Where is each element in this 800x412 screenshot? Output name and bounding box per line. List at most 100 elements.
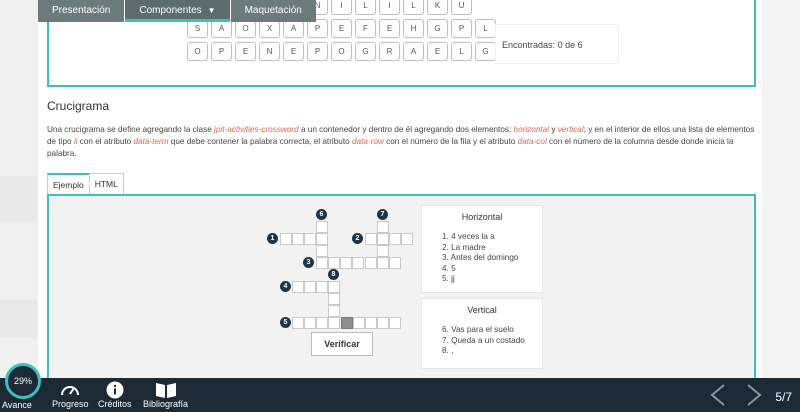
crossword-cell[interactable] [304,281,316,293]
progress-indicator[interactable]: 29% [5,363,41,399]
vertical-clues: Vertical 6. Vas para el suelo 7. Queda a… [421,298,543,369]
wordsearch-cell[interactable]: A [403,42,424,61]
crossword-cell[interactable] [389,317,401,329]
wordsearch-cell[interactable]: G [475,42,496,61]
page-counter: 5/7 [775,390,792,404]
crossword-cell[interactable] [328,305,340,317]
crossword-cell[interactable] [304,317,316,329]
wordsearch-cell[interactable]: P [307,42,328,61]
progreso-button[interactable]: Progreso [52,381,89,409]
next-page-icon[interactable] [742,383,766,407]
wordsearch-cell[interactable]: N [259,42,280,61]
wordsearch-cell[interactable]: I [379,0,400,15]
wordsearch-cell[interactable]: H [403,19,424,38]
tab-presentacion[interactable]: Presentación [38,0,125,22]
crossword-cell[interactable] [328,293,340,305]
wordsearch-cell[interactable]: L [355,0,376,15]
crossword-cell[interactable] [292,317,304,329]
left-margin [0,0,38,378]
wordsearch-cell[interactable]: G [427,19,448,38]
wordsearch-cell[interactable]: I [331,0,352,15]
wordsearch-cell[interactable]: O [331,42,352,61]
wordsearch-cell[interactable]: E [235,42,256,61]
crossword-cell[interactable] [365,317,377,329]
crossword-cell[interactable] [401,233,413,245]
crossword-cell[interactable] [365,257,377,269]
clue-number-marker: 7 [377,209,388,220]
caret-down-icon: ▼ [207,6,216,15]
crossword-cell[interactable] [340,257,352,269]
tab-componentes[interactable]: Componentes ▼ [125,0,230,22]
crossword-cell[interactable] [377,233,389,245]
tab-maquetacion[interactable]: Maquetación [230,0,316,22]
clue-number-marker: 3 [303,257,314,268]
tab-ejemplo[interactable]: Ejemplo [47,173,90,194]
wordsearch-cell[interactable]: L [475,19,496,38]
crossword-cell[interactable] [389,233,401,245]
crossword-cell[interactable] [377,257,389,269]
wordsearch-row: S A O X A P E F E H G P L [187,19,499,41]
wordsearch-cell[interactable]: E [331,19,352,38]
clue-item: 3. Antes del domingo [442,253,519,262]
wordsearch-row: O P E N E P O G R A E L G [187,42,499,64]
crossword-cell[interactable] [353,317,365,329]
left-band [0,300,38,338]
clue-item: 7. Queda a un costado [442,335,525,345]
crossword-cell[interactable] [316,281,328,293]
content-page: Presentación Componentes▼ Maquetación U … [38,0,762,378]
crossword-cell[interactable] [316,245,328,257]
horizontal-clues: Horizontal 1. 4 veces la a 2. La madre 3… [421,205,543,293]
clue-number-marker: 8 [328,269,339,280]
wordsearch-cell[interactable]: L [403,0,424,15]
crossword-cell[interactable] [377,317,389,329]
crossword-cell[interactable] [328,257,340,269]
crossword-cell[interactable] [316,221,328,233]
prev-page-icon[interactable] [706,383,730,407]
wordsearch-cell[interactable]: G [355,42,376,61]
clue-item: 1. 4 veces la a [442,232,495,241]
tab-html[interactable]: HTML [88,173,124,194]
crossword-cell[interactable] [280,233,292,245]
crossword-cell[interactable] [316,257,328,269]
crossword-cell[interactable] [377,221,389,233]
clue-number-marker: 4 [280,281,291,292]
wordsearch-cell[interactable]: K [427,0,448,15]
crossword-cell[interactable] [352,257,364,269]
creditos-button[interactable]: Créditos [98,381,132,409]
avance-label: Avance [2,400,32,410]
wordsearch-cell[interactable]: L [451,42,472,61]
wordsearch-cell[interactable]: U [451,0,472,15]
wordsearch-cell[interactable]: F [355,19,376,38]
clue-number-marker: 6 [316,209,327,220]
clue-item: 2. La madre [442,242,486,252]
bibliografia-button[interactable]: Bibliografía [143,381,188,409]
vertical-title: Vertical [467,305,497,315]
crossword-cell[interactable] [292,233,304,245]
wordsearch-cell[interactable]: E [379,19,400,38]
crossword-cell-active[interactable] [341,317,353,329]
crossword-cell[interactable] [316,317,328,329]
verify-button[interactable]: Verificar [311,332,373,356]
wordsearch-cell[interactable]: E [283,42,304,61]
wordsearch-cell[interactable]: P [211,42,232,61]
section-description: Una crucigrama se define agregando la cl… [47,125,755,158]
crossword-cell[interactable] [389,257,401,269]
crossword-cell[interactable] [316,233,328,245]
wordsearch-cell[interactable]: R [379,42,400,61]
crossword-cell[interactable] [292,281,304,293]
crossword-cell[interactable] [328,281,340,293]
clue-number-marker: 1 [267,233,278,244]
wordsearch-cell[interactable]: P [451,19,472,38]
horizontal-title: Horizontal [461,212,503,222]
wordsearch-cell[interactable]: O [187,42,208,61]
crossword-cell[interactable] [377,245,389,257]
wordsearch-cell[interactable]: E [427,42,448,61]
crossword-cell[interactable] [304,233,316,245]
example-tabs: Ejemplo HTML [47,173,124,194]
info-icon [98,381,132,399]
crossword-cell[interactable] [328,317,340,329]
vertical-list: 6. Vas para el suelo 7. Queda a un costa… [442,325,542,357]
crossword-cell[interactable] [365,233,377,245]
found-label: Encontradas: [502,40,556,50]
left-band [0,176,38,222]
